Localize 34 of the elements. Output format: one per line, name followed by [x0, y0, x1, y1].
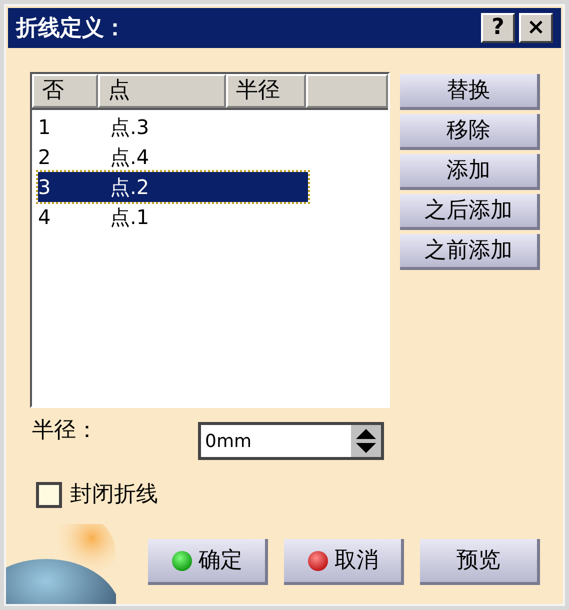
close-polyline-checkbox[interactable] [36, 482, 62, 508]
list-action-button[interactable]: 添加 [400, 154, 540, 190]
list-action-button[interactable]: 替换 [400, 74, 540, 110]
column-header[interactable]: 点 [98, 74, 226, 108]
cancel-button[interactable]: 取消 [284, 539, 404, 585]
sphere-icon [306, 550, 328, 572]
radius-input[interactable]: 0mm [201, 425, 351, 457]
sphere-icon [170, 550, 192, 572]
list-action-button[interactable]: 之前添加 [400, 234, 540, 270]
row-number: 4 [38, 204, 52, 231]
close-button[interactable]: × [519, 13, 553, 43]
list-row[interactable]: 3 点.2 [38, 172, 308, 202]
point-name: 点.1 [110, 204, 150, 231]
preview-button[interactable]: 预览 [420, 539, 540, 585]
row-number: 1 [38, 114, 52, 141]
spin-arrows-icon[interactable] [351, 425, 381, 457]
point-name: 点.4 [110, 144, 150, 171]
list-action-button[interactable]: 之后添加 [400, 194, 540, 230]
column-header[interactable]: 否 [32, 74, 98, 108]
radius-spin-field[interactable]: 0mm [198, 422, 384, 460]
help-button[interactable]: ? [481, 13, 515, 43]
list-row[interactable]: 4 点.1 [38, 202, 308, 232]
row-number: 3 [38, 174, 52, 201]
radius-label: 半径： [32, 417, 99, 445]
point-name: 点.3 [110, 114, 150, 141]
ok-button[interactable]: 确定 [148, 539, 268, 585]
point-name: 点.2 [110, 174, 150, 201]
window-title: 折线定义： [16, 14, 126, 42]
row-number: 2 [38, 144, 52, 171]
close-polyline-label: 封闭折线 [70, 481, 158, 509]
column-header[interactable]: 半径 [226, 74, 306, 108]
list-row[interactable]: 2 点.4 [38, 142, 308, 172]
list-action-button[interactable]: 移除 [400, 114, 540, 150]
list-row[interactable]: 1 点.3 [38, 112, 308, 142]
